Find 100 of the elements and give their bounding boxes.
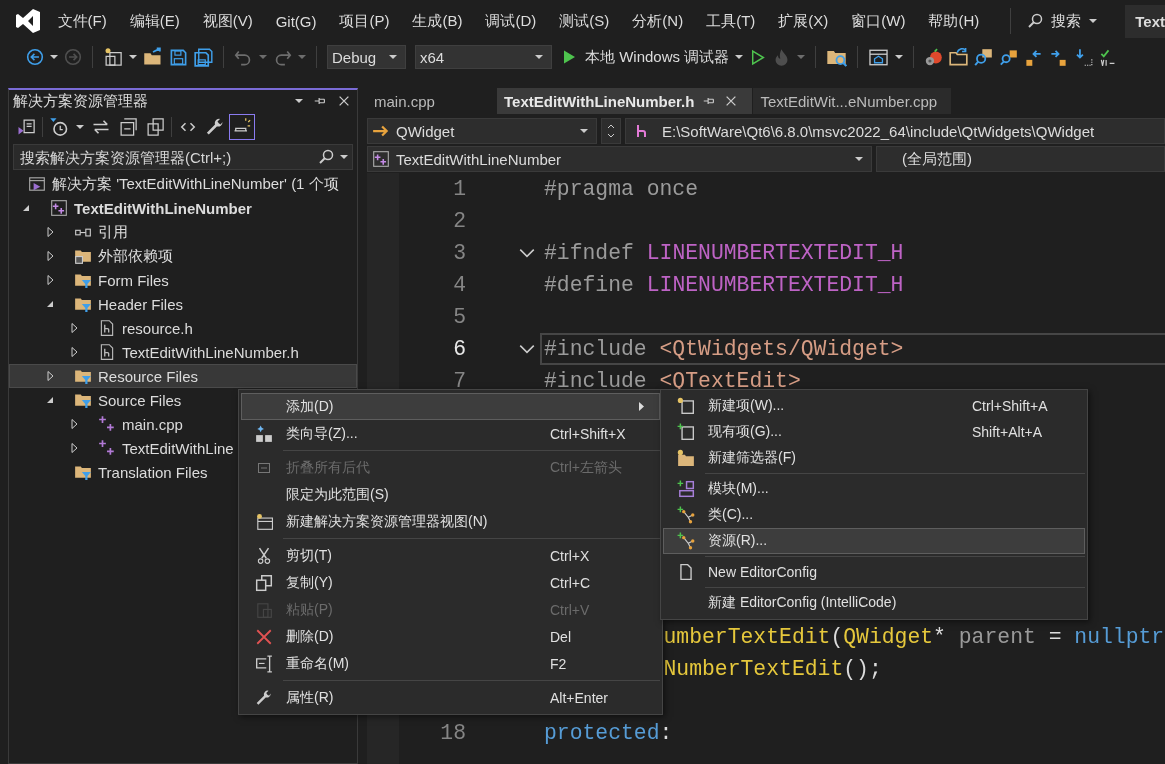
type-dropdown[interactable]: QWidget — [367, 118, 597, 144]
menu-item[interactable]: 删除(D) Del — [241, 623, 660, 650]
menu-item[interactable]: 类(C)... — [663, 502, 1085, 528]
tree-item[interactable]: TextEditWithLineNumber — [9, 196, 357, 220]
scissors-icon — [255, 546, 273, 565]
tree-item[interactable]: 引用 — [9, 220, 357, 244]
menu-item[interactable]: 限定为此范围(S) — [241, 481, 660, 508]
header-file-icon — [98, 343, 116, 361]
delete-icon — [255, 627, 273, 646]
new-item-icon[interactable] — [103, 47, 123, 67]
menu-item[interactable]: 模块(M)... — [663, 476, 1085, 502]
filter-folder-icon — [74, 391, 92, 409]
menu-item[interactable]: 扩展(X) — [766, 11, 840, 31]
line-number: 5 — [453, 305, 466, 329]
menu-item[interactable]: 工具(T) — [694, 11, 767, 31]
menu-item[interactable]: 视图(V) — [191, 11, 265, 31]
menu-item[interactable]: 资源(R)... — [663, 528, 1085, 554]
menu-item[interactable]: 新建 EditorConfig (IntelliCode) — [663, 590, 1085, 616]
play-icon — [561, 49, 577, 65]
caret-icon[interactable] — [895, 55, 904, 59]
menu-item[interactable]: 分析(N) — [620, 11, 695, 31]
tree-item[interactable]: Form Files — [9, 268, 357, 292]
close-icon[interactable] — [337, 94, 351, 108]
menu-item[interactable]: 调试(D) — [474, 11, 548, 31]
editor-tab[interactable]: TextEditWit...eNumber.cpp — [753, 88, 952, 114]
caret-icon[interactable] — [295, 99, 303, 103]
filter-folder-icon — [74, 463, 92, 481]
menu-item[interactable]: 类向导(Z)... Ctrl+Shift+X — [241, 420, 660, 447]
folder-open-icon[interactable] — [143, 47, 163, 67]
preview-icon[interactable] — [229, 114, 255, 140]
caret-icon[interactable] — [735, 55, 744, 59]
caret-icon[interactable] — [129, 55, 137, 59]
tree-item[interactable]: 解决方案 'TextEditWithLineNumber' (1 个项 — [9, 172, 357, 196]
tomato-gear-icon[interactable] — [924, 47, 944, 67]
clipboard-icon — [255, 600, 273, 619]
caret-icon[interactable] — [340, 155, 348, 159]
caret-icon — [1089, 19, 1098, 23]
code-line: #ifndef LINENUMBERTEXTEDIT_H — [544, 240, 904, 267]
menu-item[interactable]: 文件(F) — [46, 11, 119, 31]
menu-item[interactable]: 生成(B) — [401, 11, 474, 31]
find-symbol-icon[interactable] — [999, 47, 1019, 67]
file-icon — [677, 563, 695, 581]
find-in-files-icon[interactable] — [974, 47, 994, 67]
menu-item[interactable]: 编辑(E) — [118, 11, 192, 31]
tree-item[interactable]: Resource Files — [9, 364, 357, 388]
floppies-icon[interactable] — [194, 47, 213, 67]
solution-icon — [28, 175, 46, 193]
app-logo[interactable] — [15, 8, 41, 34]
shortcut-text: Ctrl+V — [550, 601, 591, 618]
menu-item[interactable]: 新建项(W)... Ctrl+Shift+A — [663, 393, 1085, 419]
menu-item[interactable]: 测试(S) — [547, 11, 621, 31]
search-icon[interactable] — [318, 149, 334, 165]
dropdown[interactable]: x64 — [415, 45, 552, 69]
menu-item[interactable]: 项目(P) — [328, 11, 401, 31]
editor-tab[interactable]: TextEditWithLineNumber.h — [497, 88, 753, 114]
menu-item[interactable]: 剪切(T) Ctrl+X — [241, 542, 660, 569]
menu-item[interactable]: 现有项(G)... Shift+Alt+A — [663, 419, 1085, 445]
shortcut-text: Shift+Alt+A — [972, 424, 1044, 440]
menu-item[interactable]: 复制(Y) Ctrl+C — [241, 569, 660, 596]
menu-item[interactable]: 添加(D) — [241, 393, 660, 420]
header-file-icon — [98, 319, 116, 337]
tree-item[interactable]: 外部依赖项 — [9, 244, 357, 268]
filter-folder-icon — [74, 367, 92, 385]
floppy-icon[interactable] — [169, 47, 188, 67]
tree-item[interactable]: resource.h — [9, 316, 357, 340]
run-button[interactable]: 本地 Windows 调试器 — [561, 47, 730, 67]
filter-folder-icon — [74, 295, 92, 313]
dropdown[interactable]: Debug — [327, 45, 406, 69]
class-wizard-icon — [255, 424, 273, 443]
search-field[interactable]: 搜索解决方案资源管理器(Ctrl+;) — [13, 144, 353, 170]
class-dropdown[interactable]: TextEditWithLineNumber — [367, 146, 872, 172]
line-number: 2 — [453, 209, 466, 233]
search-button[interactable]: 搜索 — [1027, 11, 1098, 31]
line-number: 1 — [453, 177, 466, 201]
arrow-down-corner-icon[interactable] — [1074, 47, 1094, 67]
wrench-icon — [255, 688, 273, 707]
spin-button[interactable] — [601, 118, 621, 144]
menu-item[interactable]: New EditorConfig — [663, 559, 1085, 585]
folder-arrow-icon[interactable] — [949, 47, 969, 67]
arrow-left-icon[interactable] — [26, 48, 44, 66]
shortcut-text: Ctrl+C — [550, 574, 592, 591]
caret-icon[interactable] — [50, 55, 58, 59]
scope-dropdown[interactable]: (全局范围) — [876, 146, 1165, 172]
folder-icon — [74, 247, 92, 265]
menu-item[interactable]: 新建筛选器(F) — [663, 445, 1085, 471]
file-path-field[interactable]: E:\SoftWare\Qt6\6.8.0\msvc2022_64\include\QtWidgets\QWidget — [625, 118, 1165, 144]
window-title: Text — [1125, 4, 1165, 38]
tree-item[interactable]: Header Files — [9, 292, 357, 316]
shortcut-text: Ctrl+Shift+A — [972, 398, 1049, 414]
new-folder-icon — [677, 449, 695, 467]
menu-item[interactable]: 帮助(H) — [916, 11, 991, 31]
menu-item[interactable]: 属性(R) Alt+Enter — [241, 684, 660, 711]
menu-item[interactable]: 重命名(M) F2 — [241, 650, 660, 677]
menu-item[interactable]: Git(G) — [264, 12, 328, 30]
play-outline-icon[interactable] — [749, 48, 767, 66]
tree-item[interactable]: TextEditWithLineNumber.h — [9, 340, 357, 364]
line-number: 7 — [453, 369, 466, 393]
menu-item[interactable]: 新建解决方案资源管理器视图(N) — [241, 508, 660, 535]
shortcut-text: F2 — [550, 655, 568, 672]
menu-item[interactable]: 窗口(W) — [839, 11, 917, 31]
